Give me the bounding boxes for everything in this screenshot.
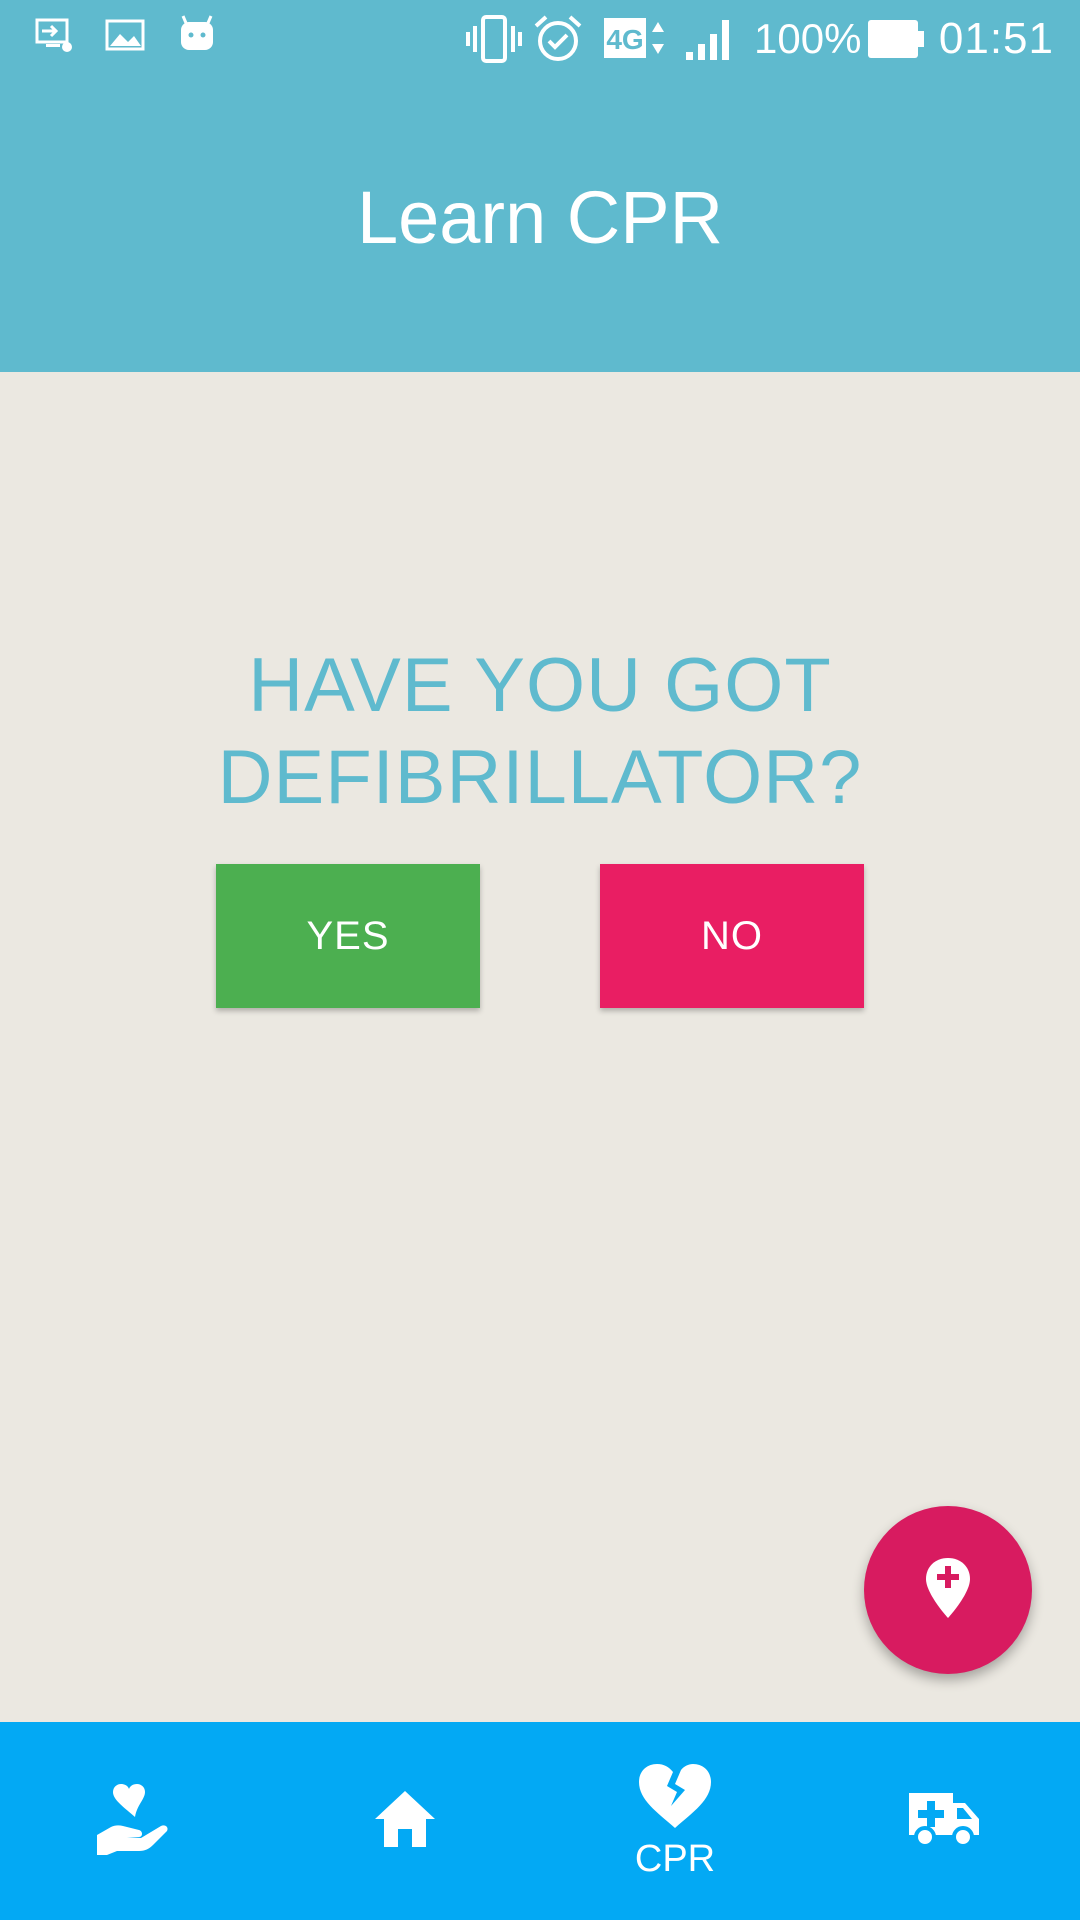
find-medical-location-button[interactable] bbox=[864, 1506, 1032, 1674]
no-button[interactable]: NO bbox=[600, 864, 864, 1008]
nav-item-cpr[interactable]: CPR bbox=[540, 1722, 810, 1920]
clock: 01:51 bbox=[938, 14, 1054, 63]
bottom-navigation: CPR bbox=[0, 1722, 1080, 1920]
home-icon bbox=[373, 1789, 437, 1854]
svg-text:4G: 4G bbox=[606, 24, 643, 55]
nav-item-home[interactable] bbox=[270, 1722, 540, 1920]
signal-icon bbox=[682, 14, 738, 69]
heart-hand-icon bbox=[95, 1783, 175, 1860]
image-icon bbox=[104, 14, 146, 61]
page-title: Learn CPR bbox=[356, 176, 724, 259]
network-4g-icon: 4G bbox=[602, 14, 670, 69]
battery-icon bbox=[866, 14, 926, 69]
screencast-icon bbox=[34, 14, 76, 61]
yes-button[interactable]: YES bbox=[216, 864, 480, 1008]
defibrillator-question: HAVE YOU GOT DEFIBRILLATOR? bbox=[217, 643, 863, 820]
broken-heart-icon bbox=[637, 1762, 713, 1835]
battery-percent: 100% bbox=[754, 15, 862, 62]
nav-item-first-aid[interactable] bbox=[0, 1722, 270, 1920]
alarm-icon bbox=[532, 14, 584, 69]
main-content: HAVE YOU GOT DEFIBRILLATOR? YES NO bbox=[0, 372, 1080, 1722]
android-icon bbox=[176, 14, 218, 61]
nav-item-ambulance[interactable] bbox=[810, 1722, 1080, 1920]
medical-location-icon bbox=[924, 1556, 972, 1625]
ambulance-icon bbox=[907, 1789, 983, 1854]
status-bar: 4G 100% 01:51 bbox=[0, 0, 1080, 78]
vibrate-icon bbox=[464, 14, 524, 69]
app-bar: Learn CPR bbox=[0, 78, 1080, 372]
nav-label-cpr: CPR bbox=[634, 1837, 716, 1880]
